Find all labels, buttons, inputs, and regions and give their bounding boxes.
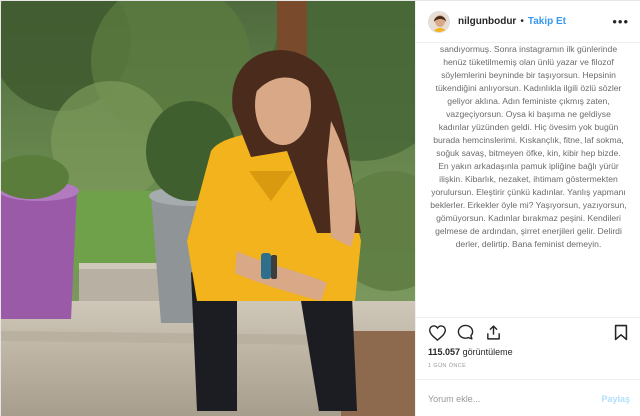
action-bar [416, 317, 640, 347]
caption-scroll[interactable]: sandıyormuş. Sonra instagramın ilk günle… [416, 43, 640, 307]
comment-icon[interactable] [454, 322, 476, 344]
follow-button[interactable]: Takip Et [528, 16, 566, 27]
username[interactable]: nilgunbodur [458, 16, 516, 27]
comment-box: Paylaş [416, 379, 640, 416]
avatar[interactable] [428, 10, 450, 33]
caption-text: sandıyormuş. Sonra instagramın ilk günle… [430, 44, 627, 249]
header-separator: • [520, 16, 524, 27]
share-icon[interactable] [482, 322, 504, 344]
heart-icon[interactable] [426, 322, 448, 344]
post-comment-button[interactable]: Paylaş [601, 394, 630, 404]
views-number: 115.057 [428, 347, 461, 357]
post-timestamp: 1 GÜN ÖNCE [428, 363, 467, 369]
comment-input[interactable] [428, 393, 602, 404]
more-icon[interactable]: ••• [612, 14, 629, 29]
post-photo-illustration [1, 1, 415, 416]
post-sidebar: nilgunbodur • Takip Et ••• sandıyormuş. … [415, 1, 640, 416]
views-count: 115.057 görüntüleme [428, 347, 513, 357]
post-header: nilgunbodur • Takip Et ••• [416, 1, 640, 43]
instagram-post: nilgunbodur • Takip Et ••• sandıyormuş. … [0, 0, 640, 416]
post-photo[interactable] [1, 1, 415, 416]
views-label: görüntüleme [462, 347, 513, 357]
avatar-image [429, 11, 449, 32]
bookmark-icon[interactable] [610, 322, 632, 344]
